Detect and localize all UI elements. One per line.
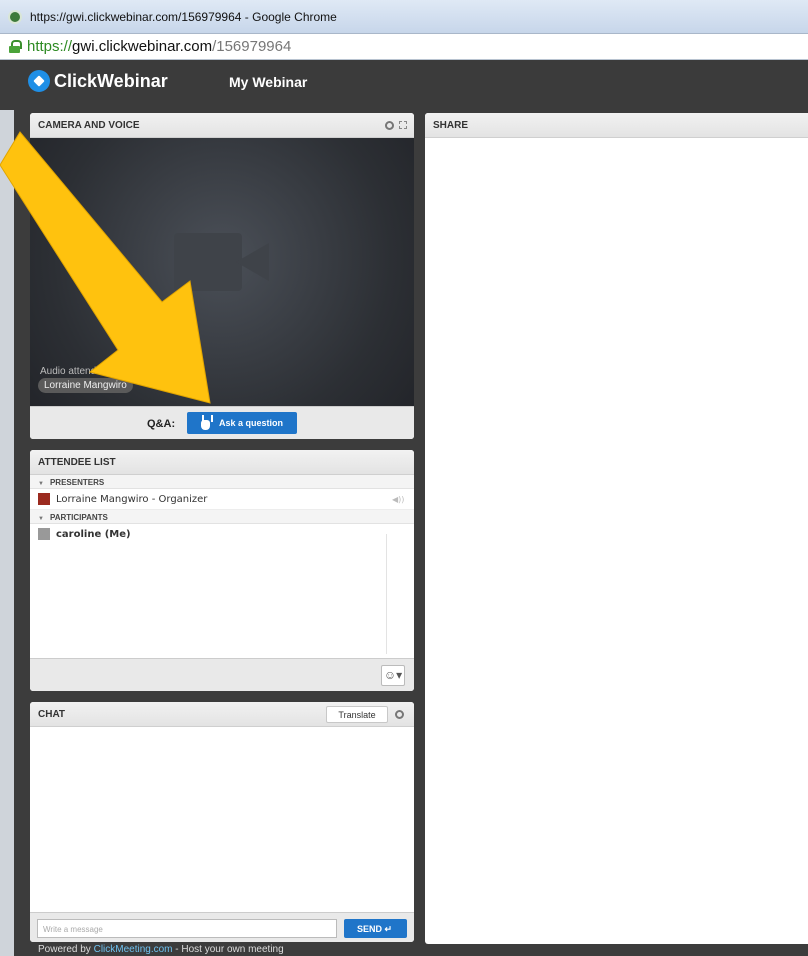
share-panel-header: SHARE [425, 113, 808, 138]
app-header: ClickWebinar My Webinar [0, 60, 808, 110]
video-camera-icon [174, 233, 269, 291]
attendee-panel-header: ATTENDEE LIST [30, 450, 414, 475]
logo-text: ClickWebinar [54, 71, 168, 91]
video-area: Audio attendees Lorraine Mangwiro [30, 138, 414, 406]
ask-question-button[interactable]: Ask a question [187, 412, 297, 434]
presenters-section-toggle[interactable]: ▼ PRESENTERS [30, 475, 414, 489]
logo-icon [28, 70, 50, 92]
qa-label: Q&A: [147, 418, 176, 430]
attendee-footer: ☺▾ [30, 658, 414, 691]
attendee-list-panel: ATTENDEE LIST ▼ PRESENTERS Lorraine Mangw… [30, 450, 414, 691]
raised-hand-icon [198, 415, 213, 430]
powered-by-footer: Powered by ClickMeeting.com - Host your … [38, 944, 284, 955]
audio-attendees-label: Audio attendees [40, 366, 113, 377]
camera-panel-header: CAMERA AND VOICE [30, 113, 414, 138]
message-input[interactable]: Write a message [37, 919, 337, 938]
emoticon-dropdown-icon[interactable]: ☺▾ [381, 665, 405, 686]
clickmeeting-link[interactable]: ClickMeeting.com [94, 944, 173, 955]
chat-panel-header: CHAT Translate [30, 702, 414, 727]
fullscreen-icon[interactable] [399, 121, 407, 129]
speaker-icon: ◀)) [392, 495, 405, 504]
favicon-icon [8, 10, 22, 24]
qa-bar: Q&A: Ask a question [30, 406, 414, 439]
url-text[interactable]: https://gwi.clickwebinar.com/156979964 [27, 38, 291, 55]
webinar-title: My Webinar [229, 74, 308, 90]
participants-section-toggle[interactable]: ▼ PARTICIPANTS [30, 510, 414, 524]
participant-user-icon [38, 528, 50, 540]
attendee-row[interactable]: caroline (Me) [30, 524, 414, 545]
chat-settings-gear-icon[interactable] [395, 710, 404, 719]
presenter-name-tag: Lorraine Mangwiro [38, 378, 133, 393]
organizer-user-icon [38, 493, 50, 505]
chat-panel: CHAT Translate Write a message SEND ↵ [30, 702, 414, 942]
camera-panel-title: CAMERA AND VOICE [38, 120, 140, 131]
camera-voice-panel: CAMERA AND VOICE Audio attendees Lorrain… [30, 113, 414, 439]
send-button[interactable]: SEND ↵ [344, 919, 407, 938]
address-bar[interactable]: https://gwi.clickwebinar.com/156979964 [0, 34, 808, 60]
share-panel: SHARE [425, 113, 808, 944]
browser-title-bar: https://gwi.clickwebinar.com/156979964 -… [0, 0, 808, 34]
translate-button[interactable]: Translate [326, 706, 388, 723]
attendee-row[interactable]: Lorraine Mangwiro - Organizer ◀)) [30, 489, 414, 510]
attendee-scrollbar[interactable] [386, 534, 387, 654]
window-title: https://gwi.clickwebinar.com/156979964 -… [30, 10, 337, 24]
window-border [0, 110, 14, 956]
settings-gear-icon[interactable] [385, 121, 394, 130]
chat-input-bar: Write a message SEND ↵ [30, 912, 414, 942]
lock-icon [9, 40, 22, 53]
